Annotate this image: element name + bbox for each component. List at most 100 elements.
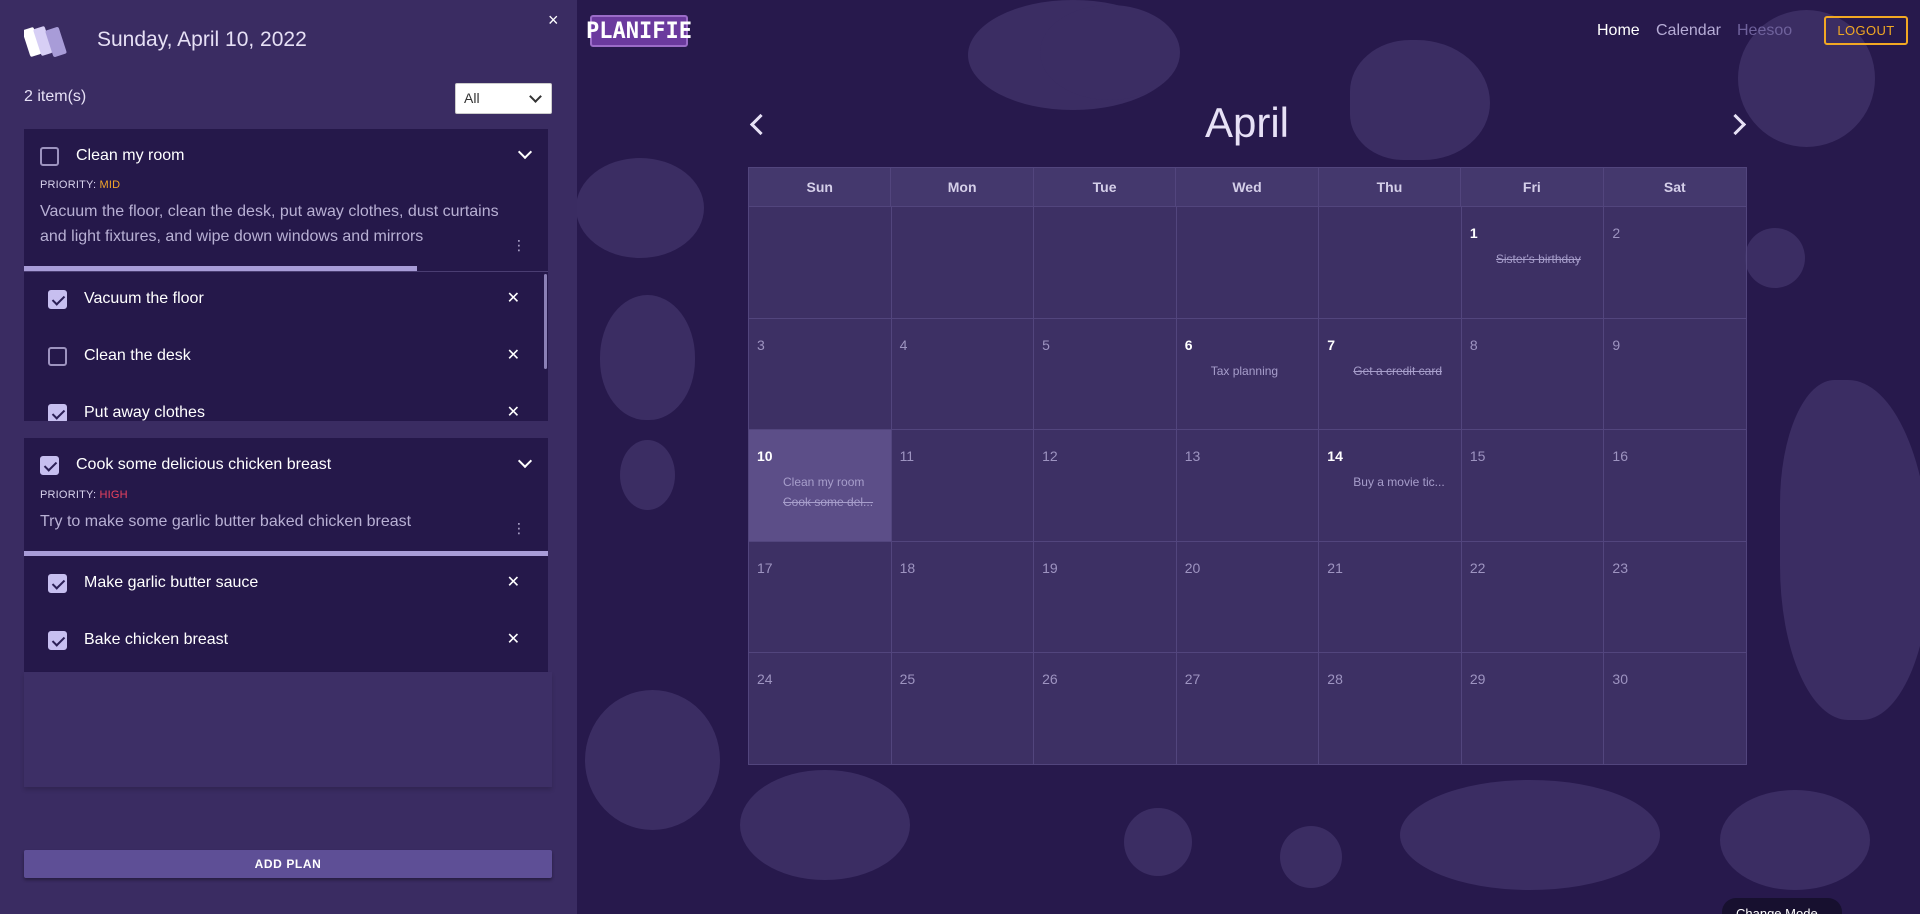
calendar-day-cell[interactable]: 9: [1604, 318, 1747, 431]
plan-checkbox[interactable]: [40, 456, 59, 475]
calendar-day-cell[interactable]: 25: [891, 653, 1035, 765]
delete-subtask-icon[interactable]: ✕: [507, 288, 520, 308]
nav-calendar-link[interactable]: Calendar: [1656, 22, 1721, 40]
calendar-day-cell[interactable]: 11: [891, 430, 1035, 542]
calendar-day-cell[interactable]: 16: [1604, 430, 1747, 542]
subtask-item: Vacuum the floor ✕: [24, 272, 548, 328]
calendar-day-cell[interactable]: 24: [749, 653, 892, 765]
calendar-day-cell[interactable]: 22: [1461, 541, 1605, 654]
day-event-list: Clean my roomCook some del...: [757, 472, 883, 512]
plan-title: Clean my room: [76, 147, 185, 164]
calendar-event[interactable]: Get a credit card: [1353, 361, 1453, 381]
chevron-down-icon[interactable]: [517, 453, 533, 469]
calendar-day-cell[interactable]: 4: [891, 318, 1035, 431]
calendar-day-cell[interactable]: 1 Sister's birthday: [1461, 207, 1605, 319]
calendar-event[interactable]: Sister's birthday: [1496, 249, 1596, 269]
calendar-day-cell[interactable]: 19: [1034, 541, 1177, 654]
day-number: 16: [1612, 448, 1628, 465]
calendar-day-cell[interactable]: 23: [1604, 541, 1747, 654]
day-number: 13: [1184, 448, 1201, 465]
calendar-day-cell[interactable]: 30: [1604, 653, 1747, 765]
more-options-icon[interactable]: ⋮: [512, 520, 526, 537]
bg-blob: [600, 295, 695, 420]
calendar-day-cell[interactable]: 15: [1461, 430, 1605, 542]
calendar-day-cell[interactable]: 12: [1034, 430, 1177, 542]
chevron-down-icon[interactable]: [517, 144, 533, 160]
day-number: 15: [1469, 448, 1486, 465]
plan-count: 2 item(s): [24, 88, 87, 105]
calendar-day-cell[interactable]: 6 Tax planning: [1176, 318, 1320, 431]
calendar-day-cell[interactable]: 20: [1176, 541, 1320, 654]
calendar-day-cell[interactable]: 17: [749, 541, 892, 654]
weekday-label: Thu: [1319, 168, 1462, 206]
bg-blob: [620, 440, 675, 510]
delete-subtask-icon[interactable]: ✕: [507, 629, 520, 649]
day-number: 5: [1042, 336, 1050, 353]
subtask-checkbox[interactable]: [48, 404, 67, 421]
day-number: 20: [1184, 559, 1201, 576]
weekday-label: Mon: [891, 168, 1034, 206]
calendar-day-cell[interactable]: 26: [1034, 653, 1177, 765]
calendar-event[interactable]: Cook some del...: [783, 492, 883, 512]
plan-priority: PRIORITY: HIGH: [40, 489, 128, 501]
calendar-day-cell[interactable]: 7 Get a credit card: [1319, 318, 1462, 431]
day-number: 22: [1469, 559, 1486, 576]
chevron-down-icon: [529, 90, 542, 103]
day-number: 17: [757, 559, 773, 576]
day-number: 10: [757, 448, 773, 465]
calendar-day-cell[interactable]: 21: [1319, 541, 1462, 654]
month-title: April: [1204, 99, 1290, 146]
calendar-day-cell[interactable]: 28: [1319, 653, 1462, 765]
close-sidebar-icon[interactable]: ×: [548, 10, 559, 31]
calendar-day-cell[interactable]: 10 Clean my roomCook some del...: [749, 430, 892, 542]
nav-home-link[interactable]: Home: [1597, 22, 1640, 40]
subtask-checkbox[interactable]: [48, 290, 67, 309]
subtask-checkbox[interactable]: [48, 347, 67, 366]
calendar-day-cell[interactable]: 3: [749, 318, 892, 431]
calendar-empty-cell: [1034, 207, 1177, 319]
bg-blob: [1124, 808, 1192, 876]
previous-month-icon[interactable]: [749, 113, 772, 136]
delete-subtask-icon[interactable]: ✕: [507, 345, 520, 365]
subtask-checkbox[interactable]: [48, 574, 67, 593]
day-number: 23: [1612, 559, 1628, 576]
day-event-list: Tax planning: [1185, 361, 1311, 381]
logout-button[interactable]: LOGOUT: [1824, 16, 1908, 45]
day-number: 27: [1184, 671, 1201, 688]
subtask-scrollbar[interactable]: [544, 274, 547, 369]
subtask-label: Vacuum the floor: [84, 290, 204, 307]
bg-blob: [1280, 826, 1342, 888]
bg-blob: [1745, 228, 1805, 288]
calendar-day-cell[interactable]: 29: [1461, 653, 1605, 765]
more-options-icon[interactable]: ⋮: [512, 237, 526, 254]
calendar-event[interactable]: Clean my room: [783, 472, 883, 492]
weekday-label: Sat: [1663, 179, 1686, 195]
calendar-day-cell[interactable]: 27: [1176, 653, 1320, 765]
day-number: 11: [899, 448, 915, 465]
subtask-item: Clean the desk ✕: [24, 329, 548, 385]
delete-subtask-icon[interactable]: ✕: [507, 402, 520, 421]
calendar-day-cell[interactable]: 8: [1461, 318, 1605, 431]
subtask-checkbox[interactable]: [48, 631, 67, 650]
plan-card-header[interactable]: Cook some delicious chicken breast: [24, 438, 548, 494]
day-number: 1: [1469, 225, 1478, 241]
delete-subtask-icon[interactable]: ✕: [507, 572, 520, 592]
day-number: 25: [899, 671, 916, 688]
plan-checkbox[interactable]: [40, 147, 59, 166]
calendar-event[interactable]: Tax planning: [1211, 361, 1311, 381]
calendar-day-cell[interactable]: 5: [1034, 318, 1177, 431]
calendar-day-cell[interactable]: 18: [891, 541, 1035, 654]
calendar-day-cell[interactable]: 2: [1604, 207, 1747, 319]
add-plan-button[interactable]: ADD PLAN: [24, 850, 552, 878]
day-event-list: Get a credit card: [1327, 361, 1453, 381]
plan-filter-select[interactable]: All: [455, 83, 552, 114]
plan-card-header[interactable]: Clean my room: [24, 129, 548, 185]
calendar-event[interactable]: Buy a movie tic...: [1353, 472, 1453, 492]
change-mode-button[interactable]: Change Mode: [1722, 898, 1842, 914]
plan-description: Try to make some garlic butter baked chi…: [40, 513, 412, 530]
nav-user-link[interactable]: Heesoo: [1737, 22, 1792, 40]
calendar-day-cell[interactable]: 13: [1176, 430, 1320, 542]
next-month-icon[interactable]: [1724, 113, 1747, 136]
calendar-day-cell[interactable]: 14 Buy a movie tic...: [1319, 430, 1462, 542]
brand-logo[interactable]: PLANIFIE: [586, 15, 692, 47]
